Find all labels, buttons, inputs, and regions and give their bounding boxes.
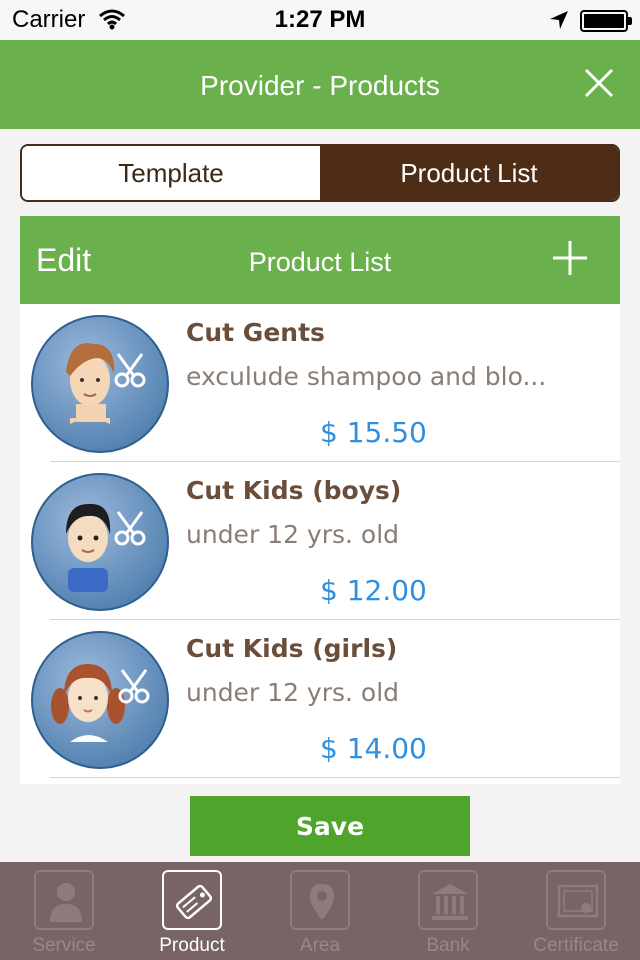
tab-area[interactable]: Area [256,862,384,960]
segmented-control: Template Product List [20,144,620,202]
location-arrow-icon [550,11,568,29]
tab-product[interactable]: Product [128,862,256,960]
tab-certificate[interactable]: Certificate [512,862,640,960]
product-price: $ 14.00 [320,732,427,765]
segment-product-list[interactable]: Product List [320,146,618,200]
certificate-icon [557,884,599,918]
price-tag-icon [175,884,213,920]
close-icon[interactable] [578,62,620,104]
tab-bank[interactable]: Bank [384,862,512,960]
product-description: under 12 yrs. old [186,520,400,549]
bank-icon [432,884,468,920]
person-icon [50,883,82,922]
tab-label: Area [299,935,341,956]
page-title: Provider - Products [200,70,440,101]
plus-icon[interactable] [550,238,590,278]
product-name: Cut Gents [186,318,325,347]
battery-icon [580,10,632,32]
list-header: Edit Product List [20,216,620,304]
product-price: $ 12.00 [320,574,427,607]
product-list: Cut Gents exculude shampoo and blo... $ … [20,304,620,784]
product-description: under 12 yrs. old [186,678,400,707]
product-price: $ 15.50 [320,416,427,449]
clock: 1:27 PM [274,6,366,33]
save-button[interactable]: Save [190,796,470,856]
tab-bar: Service Product Area Bank Certificate [0,862,640,960]
map-pin-icon [310,884,334,920]
status-bar: Carrier 1:27 PM [0,0,640,40]
navigation-bar: Provider - Products [0,40,640,129]
tab-label: Bank [426,935,470,956]
tab-service[interactable]: Service [0,862,128,960]
list-title: Product List [248,247,392,277]
product-description: exculude shampoo and blo... [186,362,547,391]
segment-template[interactable]: Template [22,146,320,200]
list-item[interactable]: Cut Kids (girls) under 12 yrs. old $ 14.… [20,620,620,778]
list-item[interactable]: Cut Kids (boys) under 12 yrs. old $ 12.0… [20,462,620,620]
product-name: Cut Kids (girls) [186,634,398,663]
product-name: Cut Kids (boys) [186,476,402,505]
list-item[interactable]: Cut Gents exculude shampoo and blo... $ … [20,304,620,462]
boy-haircut-avatar [31,473,169,611]
man-haircut-avatar [31,315,169,453]
tab-label: Certificate [533,935,619,956]
tab-label: Service [32,935,96,956]
tab-label: Product [159,935,225,956]
girl-haircut-avatar [31,631,169,769]
